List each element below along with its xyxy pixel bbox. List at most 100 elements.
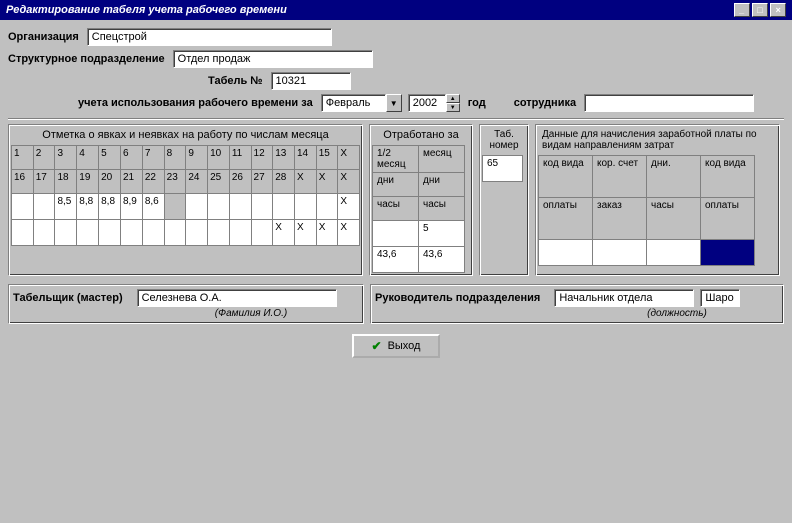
worked-cell[interactable]: 1/2 месяц <box>373 146 419 173</box>
exit-button[interactable]: ✔ Выход <box>352 334 441 358</box>
attendance-cell[interactable]: X <box>294 170 316 194</box>
worked-grid[interactable]: 1/2 месяцмесяцднидничасычасы5543,643,6 <box>372 145 465 273</box>
attendance-cell[interactable]: 8,8 <box>77 194 99 220</box>
tabno-value[interactable]: 65 <box>483 156 523 182</box>
attendance-cell[interactable]: 21 <box>120 170 142 194</box>
attendance-cell[interactable] <box>186 194 208 220</box>
attendance-cell[interactable] <box>208 220 230 246</box>
attendance-cell[interactable]: X <box>294 220 316 246</box>
tabno-grid[interactable]: 65 <box>482 155 523 182</box>
org-input[interactable] <box>87 28 332 46</box>
attendance-cell[interactable] <box>77 220 99 246</box>
attendance-cell[interactable]: X <box>316 170 338 194</box>
pay-cell[interactable] <box>647 240 701 266</box>
attendance-cell[interactable]: 19 <box>77 170 99 194</box>
pay-cell[interactable] <box>593 240 647 266</box>
attendance-cell[interactable]: 5 <box>99 146 121 170</box>
attendance-cell[interactable]: 27 <box>251 170 273 194</box>
attendance-cell[interactable]: 23 <box>164 170 186 194</box>
attendance-cell[interactable]: 9 <box>186 146 208 170</box>
sign-extra-input[interactable] <box>700 289 740 307</box>
attendance-cell[interactable]: X <box>338 220 360 246</box>
pay-cell[interactable]: часы <box>647 198 701 240</box>
attendance-cell[interactable]: 17 <box>33 170 55 194</box>
spin-down-icon[interactable]: ▼ <box>446 103 460 112</box>
attendance-cell[interactable]: 11 <box>229 146 251 170</box>
worked-cell[interactable]: 43,6 <box>373 247 419 273</box>
spin-up-icon[interactable]: ▲ <box>446 94 460 103</box>
attendance-cell[interactable]: X <box>338 194 360 220</box>
employee-input[interactable] <box>584 94 754 112</box>
attendance-cell[interactable] <box>120 220 142 246</box>
tabel-no-input[interactable] <box>271 72 351 90</box>
attendance-cell[interactable]: 28 <box>273 170 295 194</box>
attendance-cell[interactable]: X <box>338 146 360 170</box>
attendance-cell[interactable] <box>229 220 251 246</box>
sign-right-input[interactable] <box>554 289 694 307</box>
attendance-cell[interactable] <box>142 220 164 246</box>
attendance-cell[interactable] <box>294 194 316 220</box>
attendance-cell[interactable]: 2 <box>33 146 55 170</box>
attendance-cell[interactable]: 4 <box>77 146 99 170</box>
attendance-cell[interactable]: 25 <box>208 170 230 194</box>
attendance-cell[interactable]: 7 <box>142 146 164 170</box>
attendance-cell[interactable]: X <box>273 220 295 246</box>
attendance-cell[interactable] <box>55 220 77 246</box>
month-combo[interactable] <box>321 94 386 112</box>
attendance-cell[interactable]: 22 <box>142 170 164 194</box>
attendance-cell[interactable]: 10 <box>208 146 230 170</box>
attendance-cell[interactable]: 3 <box>55 146 77 170</box>
attendance-cell[interactable]: 15 <box>316 146 338 170</box>
pay-cell[interactable]: код вида <box>701 156 755 198</box>
worked-cell[interactable]: 5 <box>373 221 419 247</box>
worked-cell[interactable]: дни <box>373 173 419 197</box>
attendance-cell[interactable]: 8 <box>164 146 186 170</box>
attendance-cell[interactable] <box>12 194 34 220</box>
attendance-cell[interactable]: X <box>316 220 338 246</box>
chevron-down-icon[interactable]: ▼ <box>386 94 402 112</box>
worked-cell[interactable]: 43,6 <box>419 247 465 273</box>
attendance-cell[interactable]: 8,6 <box>142 194 164 220</box>
pay-cell[interactable]: кор. счет <box>593 156 647 198</box>
worked-cell[interactable]: дни <box>419 173 465 197</box>
attendance-cell[interactable] <box>316 194 338 220</box>
worked-cell[interactable]: месяц <box>419 146 465 173</box>
attendance-cell[interactable]: 13 <box>273 146 295 170</box>
minimize-icon[interactable]: _ <box>734 3 750 17</box>
attendance-cell[interactable]: 8,5 <box>55 194 77 220</box>
pay-cell[interactable] <box>539 240 593 266</box>
attendance-grid[interactable]: 123456789101112131415X161718192021222324… <box>11 145 360 246</box>
attendance-cell[interactable]: 8,9 <box>120 194 142 220</box>
attendance-cell[interactable]: 12 <box>251 146 273 170</box>
pay-cell[interactable]: заказ <box>593 198 647 240</box>
year-spinner[interactable] <box>408 94 446 112</box>
attendance-cell[interactable] <box>164 220 186 246</box>
attendance-cell[interactable]: X <box>338 170 360 194</box>
attendance-cell[interactable] <box>186 220 208 246</box>
pay-grid[interactable]: код видакор. счетдни.код видаоплатызаказ… <box>538 155 755 266</box>
attendance-cell[interactable] <box>208 194 230 220</box>
attendance-cell[interactable] <box>12 220 34 246</box>
attendance-cell[interactable] <box>251 220 273 246</box>
pay-cell[interactable]: дни. <box>647 156 701 198</box>
attendance-cell[interactable] <box>99 220 121 246</box>
close-icon[interactable]: × <box>770 3 786 17</box>
attendance-cell[interactable]: 18 <box>55 170 77 194</box>
sign-left-input[interactable] <box>137 289 337 307</box>
attendance-cell[interactable] <box>164 194 186 220</box>
attendance-cell[interactable]: 8,8 <box>99 194 121 220</box>
pay-cell[interactable] <box>701 240 755 266</box>
attendance-cell[interactable]: 14 <box>294 146 316 170</box>
attendance-cell[interactable]: 1 <box>12 146 34 170</box>
dept-input[interactable] <box>173 50 373 68</box>
attendance-cell[interactable]: 20 <box>99 170 121 194</box>
attendance-cell[interactable]: 24 <box>186 170 208 194</box>
attendance-cell[interactable] <box>251 194 273 220</box>
attendance-cell[interactable] <box>33 194 55 220</box>
pay-cell[interactable]: оплаты <box>539 198 593 240</box>
attendance-cell[interactable] <box>273 194 295 220</box>
maximize-icon[interactable]: □ <box>752 3 768 17</box>
pay-cell[interactable]: оплаты <box>701 198 755 240</box>
pay-cell[interactable]: код вида <box>539 156 593 198</box>
attendance-cell[interactable]: 6 <box>120 146 142 170</box>
